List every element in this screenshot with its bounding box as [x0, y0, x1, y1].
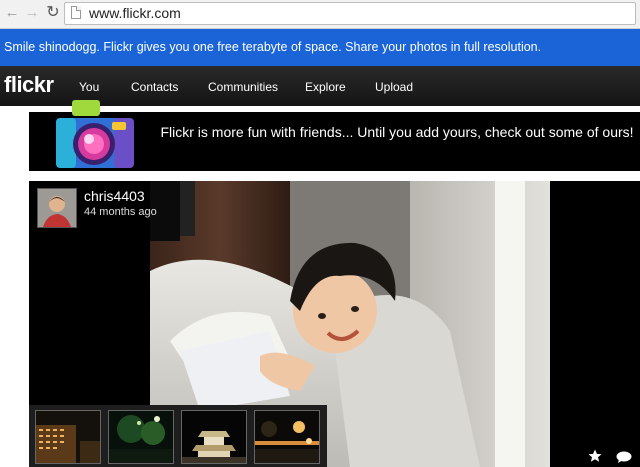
thumbnail-strip [29, 405, 327, 467]
comment-icon[interactable] [616, 451, 632, 463]
forward-arrow-icon[interactable]: → [23, 4, 41, 22]
camera-icon [56, 100, 134, 168]
page-icon [71, 6, 81, 19]
nav-item-upload[interactable]: Upload [375, 80, 413, 94]
photo-time-ago: 44 months ago [84, 206, 157, 218]
thumbnail[interactable] [108, 410, 174, 464]
nav-item-you[interactable]: You [79, 80, 99, 94]
star-icon[interactable] [588, 449, 602, 463]
address-bar[interactable]: www.flickr.com [64, 2, 636, 25]
reload-icon[interactable]: ↻ [44, 4, 62, 22]
notice-text: Smile shinodogg. Flickr gives you one fr… [4, 40, 542, 54]
friends-banner: Flickr is more fun with friends... Until… [29, 100, 640, 171]
photo-card: chris4403 44 months ago [29, 181, 640, 467]
back-arrow-icon[interactable]: ← [3, 4, 21, 22]
notice-bar: Smile shinodogg. Flickr gives you one fr… [0, 29, 640, 66]
flickr-logo[interactable]: flickr [4, 72, 54, 98]
thumbnail[interactable] [35, 410, 101, 464]
nav-item-explore[interactable]: Explore [305, 80, 346, 94]
thumbnail[interactable] [181, 410, 247, 464]
nav-item-communities[interactable]: Communities [208, 80, 278, 94]
browser-toolbar: ← → ↻ www.flickr.com [0, 0, 640, 29]
nav-item-contacts[interactable]: Contacts [131, 80, 178, 94]
thumbnail[interactable] [254, 410, 320, 464]
photo-username[interactable]: chris4403 [84, 188, 145, 204]
banner-text: Flickr is more fun with friends... Until… [160, 124, 634, 140]
avatar[interactable] [37, 188, 77, 228]
url-text[interactable]: www.flickr.com [89, 5, 181, 21]
